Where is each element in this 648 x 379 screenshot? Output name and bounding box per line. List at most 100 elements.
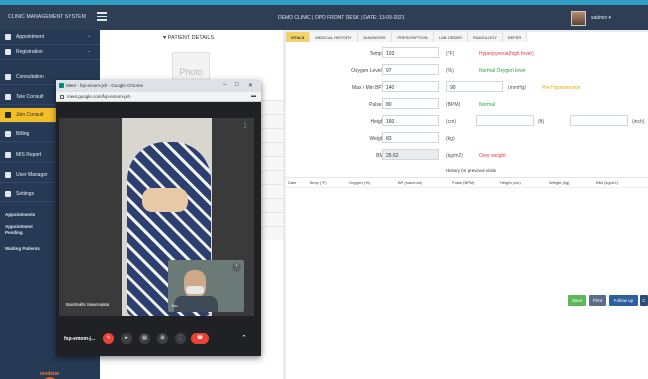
chevron-down-icon: ⌄	[87, 48, 92, 54]
menu-icon[interactable]	[97, 12, 107, 21]
oxygen-input[interactable]: 97	[382, 64, 439, 75]
sidebar-sub-waiting-patients[interactable]: Waiting Patients	[5, 246, 40, 252]
height-ft-input[interactable]	[476, 115, 534, 126]
present-icon[interactable]: ⊞	[157, 333, 168, 344]
sidebar-sub-appointments[interactable]: Appointments	[5, 212, 35, 218]
self-mask	[186, 286, 204, 294]
meet-favicon-icon	[59, 83, 64, 88]
top-bar: CLINIC MANAGEMENT SYSTEM DEMO CLINIC | O…	[0, 5, 648, 30]
history-table-header: Date Temp (°F) Oxygen (%) BP (max/min) P…	[286, 177, 648, 187]
bill-icon	[5, 131, 11, 137]
screen: CLINIC MANAGEMENT SYSTEM DEMO CLINIC | O…	[0, 0, 648, 379]
bp-min-input[interactable]: 90	[446, 81, 503, 92]
vitals-panel: VITALS MEDICAL HISTORY DIAGNOSIS PRESCRI…	[286, 32, 648, 379]
self-video[interactable]: • You	[168, 260, 244, 312]
bmi-unit: (kg/m2)	[446, 153, 463, 159]
camera-icon[interactable]: ▸	[121, 333, 132, 344]
video-icon	[5, 112, 11, 118]
self-label: You	[171, 303, 178, 308]
url-text[interactable]: meet.google.com/fxp-emom-jxh	[67, 94, 130, 99]
clinic-header: DEMO CLINIC | OPD FRONT DESK | DATE: 13-…	[278, 15, 405, 21]
pulse-row: Pulse * 80 (BPM) Normal	[286, 98, 648, 112]
sidebar-item-label: Billing	[16, 131, 30, 137]
pulse-input[interactable]: 80	[382, 98, 439, 109]
history-col-oxygen: Oxygen (%)	[349, 180, 371, 185]
bp-status: Pre Hypertension	[542, 85, 581, 91]
tab-radiology[interactable]: RADIOLOGY	[468, 32, 503, 42]
end-call-icon[interactable]: ☎	[191, 333, 209, 344]
height-row: Height 160 (cm) (ft) (inch)	[286, 115, 648, 129]
stethoscope-icon	[5, 74, 11, 80]
mic-off-icon[interactable]: ✎	[103, 333, 114, 344]
oxygen-unit: (%)	[446, 68, 454, 74]
tab-refer[interactable]: REFER	[503, 32, 527, 42]
height-inch-unit: (inch)	[632, 119, 645, 125]
oxygen-label: Oxygen Level *	[351, 68, 385, 74]
mic-level-icon: •	[232, 263, 241, 272]
avatar[interactable]	[571, 11, 586, 26]
window-title: Meet - fxp-emom-jxh - Google Chrome	[66, 83, 144, 88]
gear-icon	[5, 191, 11, 197]
window-titlebar[interactable]: Meet - fxp-emom-jxh - Google Chrome – □ …	[56, 80, 261, 92]
tab-medical-history[interactable]: MEDICAL HISTORY	[310, 32, 358, 42]
height-ft-unit: (ft)	[538, 119, 545, 125]
participant-name: Baishakhi Swarnalata	[66, 302, 110, 307]
follow-up-button[interactable]: Follow up	[609, 295, 638, 306]
brand-title: CLINIC MANAGEMENT SYSTEM	[8, 14, 86, 20]
history-col-pulse: Pulse (BPM)	[452, 180, 475, 185]
bmi-output: 25.62	[382, 149, 439, 160]
bp-max-input[interactable]: 140	[382, 81, 439, 92]
user-menu[interactable]: sadmin ▾	[591, 15, 611, 21]
temp-row: Temp * 103 (°F) Hyperpyrexia(high fever)	[286, 47, 648, 61]
patient-details-title: ♥ PATIENT DETAILS	[163, 35, 215, 41]
tab-prescription[interactable]: PRESCRIPTION	[392, 32, 434, 42]
cast-icon[interactable]: ▬	[251, 93, 256, 99]
sidebar-item-label: Registration	[16, 49, 43, 55]
history-col-height: Height (cm)	[500, 180, 521, 185]
history-col-weight: Weight (kg)	[549, 180, 570, 185]
temp-unit: (°F)	[446, 51, 455, 57]
history-col-bmi: BMI (kg/m2)	[596, 180, 618, 185]
minimize-icon[interactable]: –	[223, 82, 226, 88]
sidebar-item-label: User Manager	[16, 172, 48, 178]
tab-vitals[interactable]: VITALS	[286, 32, 310, 42]
temp-input[interactable]: 103	[382, 47, 439, 58]
bmi-status: Over weight	[479, 153, 506, 159]
history-title: History for previous visits	[446, 168, 497, 173]
chevron-up-icon[interactable]: ⌃	[241, 334, 247, 342]
pin-icon[interactable]: ⋮	[242, 122, 248, 129]
height-unit: (cm)	[446, 119, 456, 125]
sidebar-item-appointment[interactable]: Appointment ⌄	[0, 30, 100, 45]
more-options-icon[interactable]: ⋮	[175, 333, 186, 344]
bp-unit: (mmHg)	[508, 85, 527, 91]
print-button[interactable]: Print	[589, 295, 606, 306]
captions-icon[interactable]: ▤	[139, 333, 150, 344]
participant-face	[142, 188, 188, 212]
bmi-row: BMI 25.62 (kg/m2) Over weight	[286, 149, 648, 163]
lock-icon	[60, 95, 64, 99]
phone-icon	[5, 94, 11, 100]
tab-lab-order[interactable]: LAB ORDER	[434, 32, 468, 42]
pulse-unit: (BPM)	[446, 102, 461, 108]
weight-input[interactable]: 83	[382, 132, 439, 143]
user-add-icon	[5, 49, 11, 55]
height-cm-input[interactable]: 160	[382, 115, 439, 126]
sidebar-item-label: Appointment	[16, 34, 45, 40]
bp-label: Max / Min BP *	[352, 85, 385, 91]
logo-text: medstar	[40, 371, 60, 377]
sidebar-sub-appointment-pending[interactable]: Appointment Pending	[5, 224, 45, 236]
sidebar-item-label: MIS Report	[16, 152, 42, 158]
meet-window: Meet - fxp-emom-jxh - Google Chrome – □ …	[56, 80, 261, 356]
maximize-icon[interactable]: □	[235, 82, 239, 88]
sidebar-item-registration[interactable]: Registration ⌄	[0, 45, 100, 60]
height-inch-input[interactable]	[570, 115, 628, 126]
save-button[interactable]: Save	[568, 295, 586, 306]
chevron-down-icon: ⌄	[87, 33, 92, 39]
sidebar-item-label: Tele Consult	[16, 94, 44, 100]
history-col-date: Date	[288, 180, 297, 185]
history-col-temp: Temp (°F)	[309, 180, 327, 185]
tab-diagnosis[interactable]: DIAGNOSIS	[358, 32, 392, 42]
close-button[interactable]: C	[640, 295, 648, 306]
address-bar[interactable]: meet.google.com/fxp-emom-jxh ▬	[56, 92, 261, 102]
close-icon[interactable]: ✕	[248, 82, 253, 89]
